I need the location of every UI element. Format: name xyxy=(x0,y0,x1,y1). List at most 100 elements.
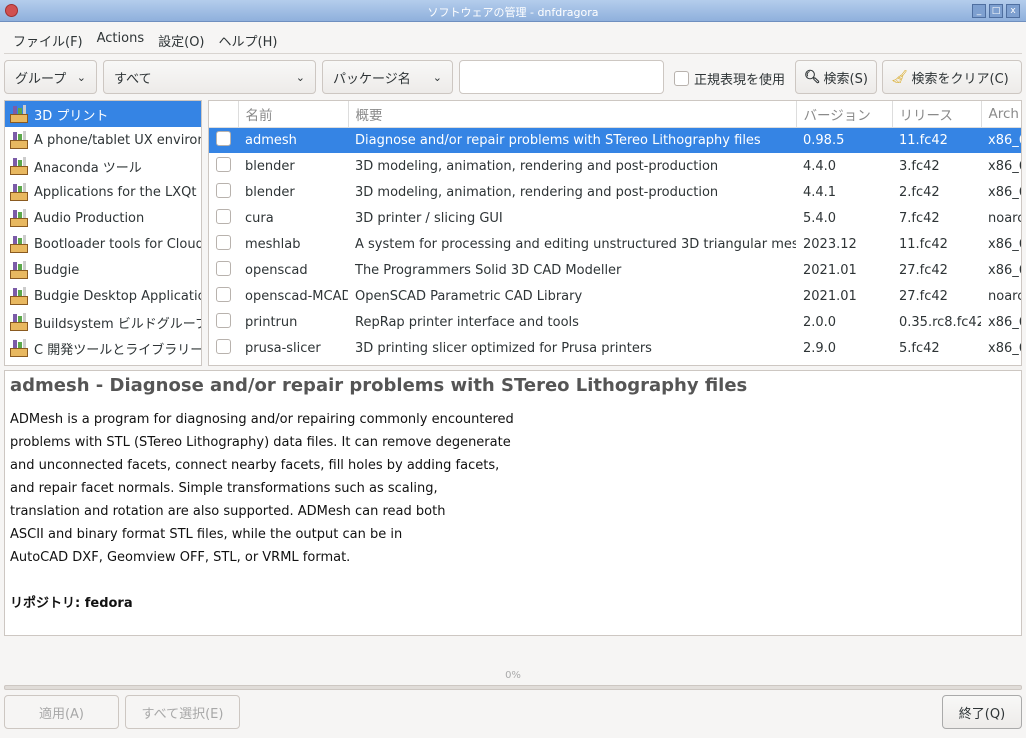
maximize-button[interactable]: □ xyxy=(989,4,1003,18)
group-label: C 開発ツールとライブラリー xyxy=(34,342,201,358)
clear-search-button[interactable]: 🧹︎ 検索をクリア(C) xyxy=(882,60,1022,94)
table-row[interactable]: blender 3D modeling, animation, rendering… xyxy=(209,153,1021,179)
package-release: 0.35.rc8.fc42 xyxy=(899,314,981,330)
package-release: 5.fc42 xyxy=(899,340,940,356)
package-version: 2021.01 xyxy=(803,288,857,304)
group-item[interactable]: Applications for the LXQt Desktop xyxy=(5,179,201,205)
detail-repository: リポジトリ: fedora xyxy=(10,596,133,611)
package-arch: noarch xyxy=(988,210,1021,226)
package-group-icon xyxy=(9,130,29,150)
header-release[interactable]: リリース xyxy=(892,101,982,128)
header-select[interactable] xyxy=(209,101,239,128)
header-name[interactable]: 名前 xyxy=(238,101,349,128)
table-row[interactable]: blender 3D modeling, animation, rendering… xyxy=(209,179,1021,205)
search-button-label: 検索(S) xyxy=(823,71,868,87)
package-table[interactable]: 名前 概要 バージョン リリース Arch admesh Diagnose and… xyxy=(208,100,1022,366)
regex-checkbox[interactable]: 正規表現を使用 xyxy=(674,69,785,88)
search-input[interactable] xyxy=(459,60,664,94)
package-release: 27.fc42 xyxy=(899,288,948,304)
header-version[interactable]: バージョン xyxy=(796,101,893,128)
package-name: prusa-slicer xyxy=(245,340,321,356)
package-version: 0.98.5 xyxy=(796,127,892,153)
table-row[interactable]: meshlab A system for processing and editi… xyxy=(209,231,1021,257)
quit-button[interactable]: 終了(Q) xyxy=(942,695,1022,729)
package-release: 3.fc42 xyxy=(899,158,940,174)
package-checkbox[interactable] xyxy=(216,182,231,198)
select-cell[interactable] xyxy=(209,309,238,335)
select-cell[interactable] xyxy=(209,153,238,179)
window-title: ソフトウェアの管理 - dnfdragora xyxy=(427,6,599,19)
group-item[interactable]: Budgie Desktop Applications xyxy=(5,283,201,309)
group-item[interactable]: Audio Production xyxy=(5,205,201,231)
menu-bar: ファイル(F) Actions 設定(O) ヘルプ(H) xyxy=(6,27,284,53)
table-row[interactable]: openscad-MCAD OpenSCAD Parametric CAD Lib… xyxy=(209,283,1021,309)
package-name: openscad xyxy=(245,262,308,278)
group-item[interactable]: Bootloader tools for Cloud images xyxy=(5,231,201,257)
package-name: cura xyxy=(245,210,274,226)
table-row[interactable]: cura 3D printer / slicing GUI 5.4.0 7.fc42 n… xyxy=(209,205,1021,231)
package-checkbox[interactable] xyxy=(216,286,231,302)
package-summary: OpenSCAD Parametric CAD Library xyxy=(355,288,583,304)
minimize-button[interactable]: _ xyxy=(972,4,986,18)
select-cell[interactable] xyxy=(209,335,238,361)
select-cell[interactable] xyxy=(209,257,238,283)
menu-settings[interactable]: 設定(O) xyxy=(151,27,211,53)
package-version: 4.4.0 xyxy=(803,158,837,174)
menu-actions[interactable]: Actions xyxy=(90,27,152,53)
header-summary[interactable]: 概要 xyxy=(348,101,797,128)
package-summary: 3D modeling, animation, rendering and po… xyxy=(355,184,719,200)
package-release: 2.fc42 xyxy=(899,184,940,200)
select-cell[interactable] xyxy=(209,127,238,153)
field-select-value: パッケージ名 xyxy=(333,71,411,87)
group-label: Budgie xyxy=(34,262,80,278)
package-group-icon xyxy=(9,260,29,280)
package-release: 11.fc42 xyxy=(899,236,948,252)
select-all-button[interactable]: すべて選択(E) xyxy=(125,695,240,729)
group-item[interactable]: Anaconda ツール xyxy=(5,153,201,179)
header-arch[interactable]: Arch xyxy=(981,101,1021,128)
table-row[interactable]: prusa-slicer 3D printing slicer optimized… xyxy=(209,335,1021,361)
group-item[interactable]: 3D プリント xyxy=(5,101,201,127)
select-cell[interactable] xyxy=(209,283,238,309)
menu-file[interactable]: ファイル(F) xyxy=(6,27,90,53)
group-item[interactable]: Budgie xyxy=(5,257,201,283)
field-select[interactable]: パッケージ名 ⌄ xyxy=(322,60,453,94)
divider xyxy=(4,53,1022,54)
package-arch: noarch xyxy=(988,288,1021,304)
table-header: 名前 概要 バージョン リリース Arch xyxy=(209,101,1021,128)
select-cell[interactable] xyxy=(209,231,238,257)
group-item[interactable]: Buildsystem ビルドグループ xyxy=(5,309,201,335)
package-checkbox[interactable] xyxy=(216,234,231,250)
package-detail: admesh - Diagnose and/or repair problems… xyxy=(4,370,1022,636)
package-arch: x86_64 xyxy=(988,314,1021,330)
package-checkbox[interactable] xyxy=(216,260,231,276)
table-row[interactable]: printrun RepRap printer interface and too… xyxy=(209,309,1021,335)
package-arch: x86_64 xyxy=(988,236,1021,252)
checkbox[interactable] xyxy=(674,71,689,86)
close-button[interactable]: x xyxy=(1006,4,1020,18)
group-select[interactable]: グループ ⌄ xyxy=(4,60,97,94)
apply-button[interactable]: 適用(A) xyxy=(4,695,119,729)
group-item[interactable]: A phone/tablet UX environment xyxy=(5,127,201,153)
group-list[interactable]: 3D プリント A phone/tablet UX environment Anac… xyxy=(4,100,202,366)
group-item[interactable]: C 開発ツールとライブラリー xyxy=(5,335,201,361)
detail-title: admesh - Diagnose and/or repair problems… xyxy=(10,375,748,396)
menu-help[interactable]: ヘルプ(H) xyxy=(212,27,285,53)
select-cell[interactable] xyxy=(209,179,238,205)
filter-select[interactable]: すべて ⌄ xyxy=(103,60,316,94)
package-checkbox[interactable] xyxy=(216,130,231,146)
package-summary: The Programmers Solid 3D CAD Modeller xyxy=(355,262,622,278)
package-version: 2021.01 xyxy=(803,262,857,278)
package-checkbox[interactable] xyxy=(216,208,231,224)
package-checkbox[interactable] xyxy=(216,338,231,354)
package-arch: x86_64 xyxy=(988,262,1021,278)
package-checkbox[interactable] xyxy=(216,312,231,328)
table-row[interactable]: openscad The Programmers Solid 3D CAD Mod… xyxy=(209,257,1021,283)
search-button[interactable]: 🔍︎ 検索(S) xyxy=(795,60,877,94)
select-cell[interactable] xyxy=(209,205,238,231)
package-arch: x86_64 xyxy=(988,158,1021,174)
package-arch: x86_64 xyxy=(988,340,1021,356)
clear-search-label: 検索をクリア(C) xyxy=(911,71,1009,87)
package-checkbox[interactable] xyxy=(216,156,231,172)
table-row[interactable]: admesh Diagnose and/or repair problems wi… xyxy=(209,127,1021,153)
